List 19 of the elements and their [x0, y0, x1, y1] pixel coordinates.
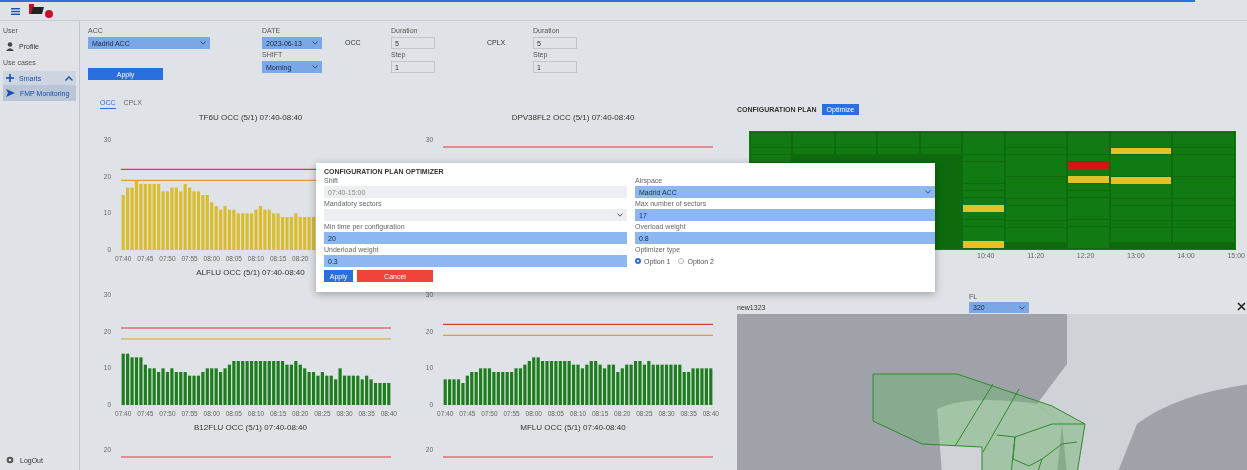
chevron-down-icon — [200, 41, 206, 45]
chevron-down-icon — [312, 65, 318, 69]
person-icon — [6, 41, 14, 51]
chevron-down-icon — [617, 213, 623, 217]
chevron-down-icon — [1019, 305, 1025, 310]
chevron-down-icon — [312, 41, 318, 45]
chevron-down-icon — [925, 190, 931, 194]
chart-title: MFLU OCC (5/1) 07:40-08:40 — [520, 422, 626, 434]
logo-icon — [28, 3, 54, 19]
close-icon[interactable] — [1237, 302, 1246, 311]
menu-icon[interactable] — [11, 7, 20, 15]
chart-title: TF6U OCC (5/1) 07:40-08:40 — [198, 112, 303, 124]
radio-button[interactable] — [635, 258, 641, 264]
plane-icon — [6, 89, 15, 97]
plus-icon — [6, 74, 14, 82]
chart-title: B12FLU OCC (5/1) 07:40-08:40 — [194, 422, 307, 434]
gear-icon — [6, 456, 14, 464]
chart-title: DPV38FL2 OCC (5/1) 07:40-08:40 — [511, 112, 635, 124]
chart-title: ALFLU OCC (5/1) 07:40-08:40 — [196, 267, 305, 279]
